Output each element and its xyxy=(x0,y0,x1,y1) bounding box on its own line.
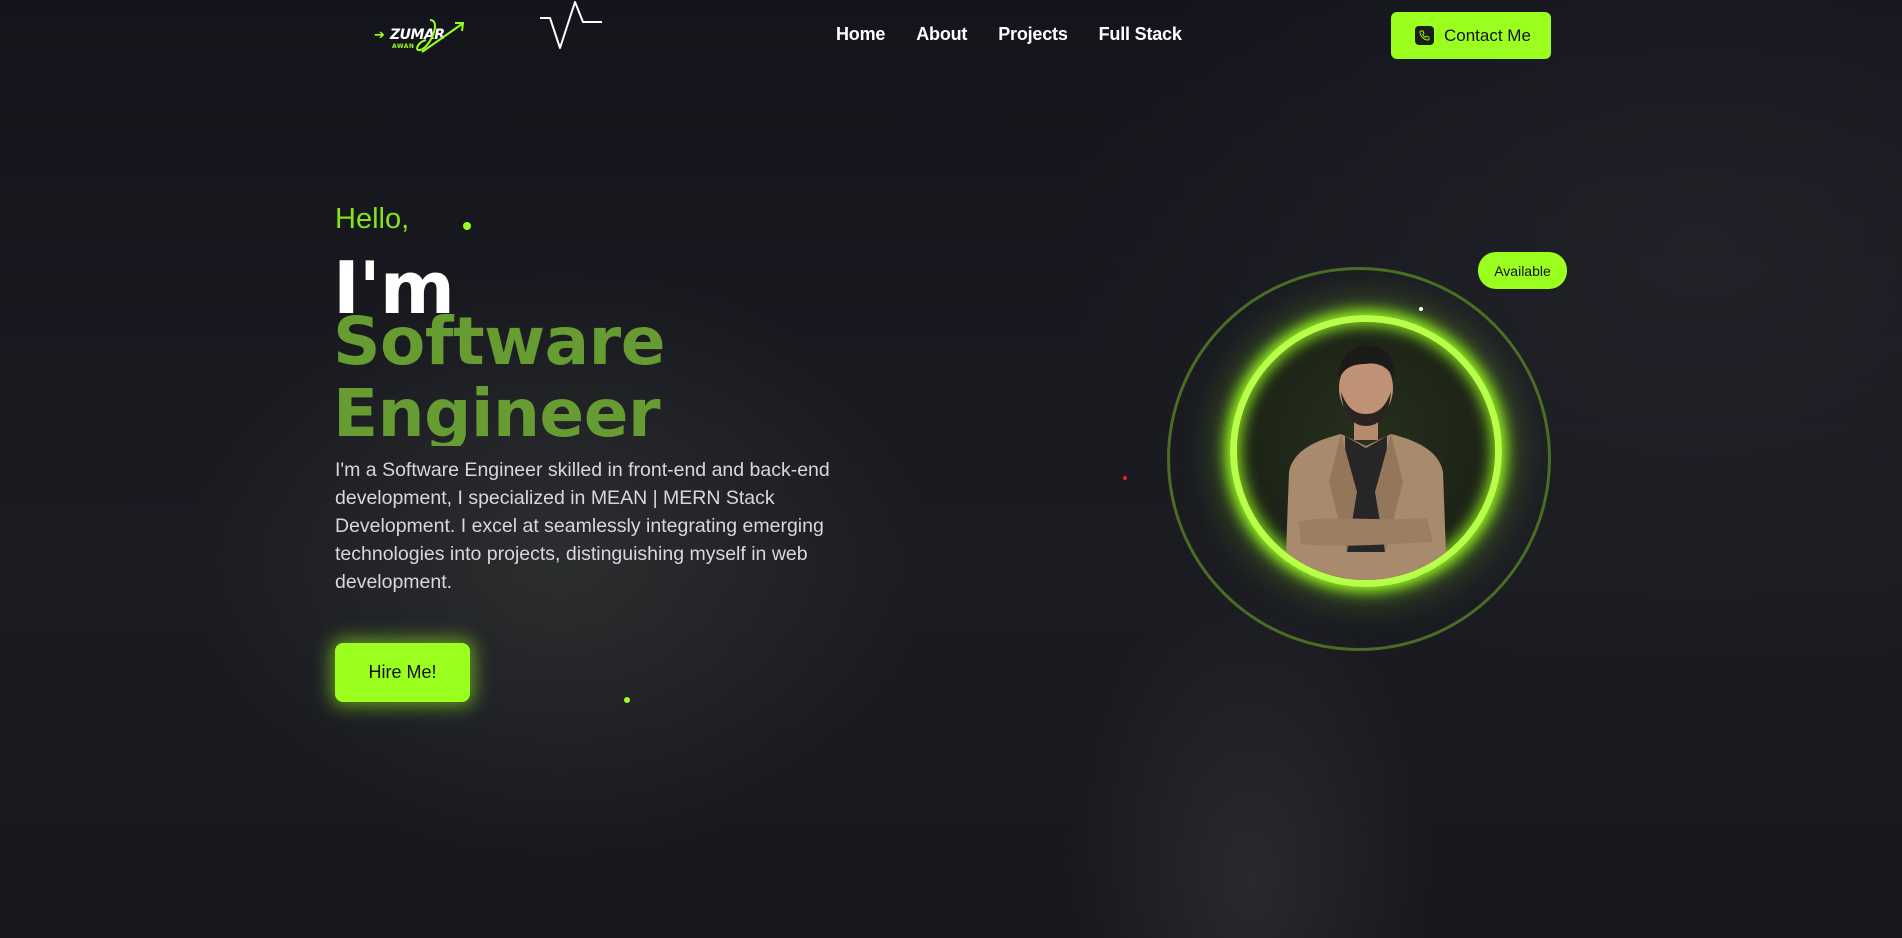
decorative-dot xyxy=(1123,476,1127,480)
hire-me-button[interactable]: Hire Me! xyxy=(335,643,470,702)
contact-me-button[interactable]: Contact Me xyxy=(1391,12,1551,59)
availability-badge: Available xyxy=(1478,252,1567,289)
main-menu: Home About Projects Full Stack xyxy=(836,24,1182,45)
site-logo[interactable]: ➔ ZUMAR AWAN xyxy=(372,18,474,56)
phone-icon xyxy=(1415,26,1434,45)
heartbeat-icon xyxy=(540,1,602,49)
hero-role: Software Engineer xyxy=(333,306,833,446)
page-background xyxy=(0,0,1902,938)
decorative-dot xyxy=(463,222,471,230)
logo-swoosh-icon xyxy=(416,19,465,53)
hero-role-line-1: Software xyxy=(333,306,665,380)
profile-photo-frame xyxy=(1230,315,1502,587)
nav-about-link[interactable]: About xyxy=(916,24,967,45)
hero-bio: I'm a Software Engineer skilled in front… xyxy=(335,459,830,593)
profile-photo xyxy=(1285,345,1447,580)
nav-full-stack-link[interactable]: Full Stack xyxy=(1099,24,1182,45)
top-navbar: ➔ ZUMAR AWAN Home About Projects Full St… xyxy=(0,0,1902,72)
decorative-dot xyxy=(624,697,630,703)
contact-me-label: Contact Me xyxy=(1444,25,1531,45)
hero-greeting: Hello, xyxy=(335,203,410,235)
hero-role-line-2: Engineer xyxy=(333,375,661,447)
nav-projects-link[interactable]: Projects xyxy=(998,24,1068,45)
logo-arrow-icon: ➔ xyxy=(374,27,385,42)
nav-home-link[interactable]: Home xyxy=(836,24,885,45)
